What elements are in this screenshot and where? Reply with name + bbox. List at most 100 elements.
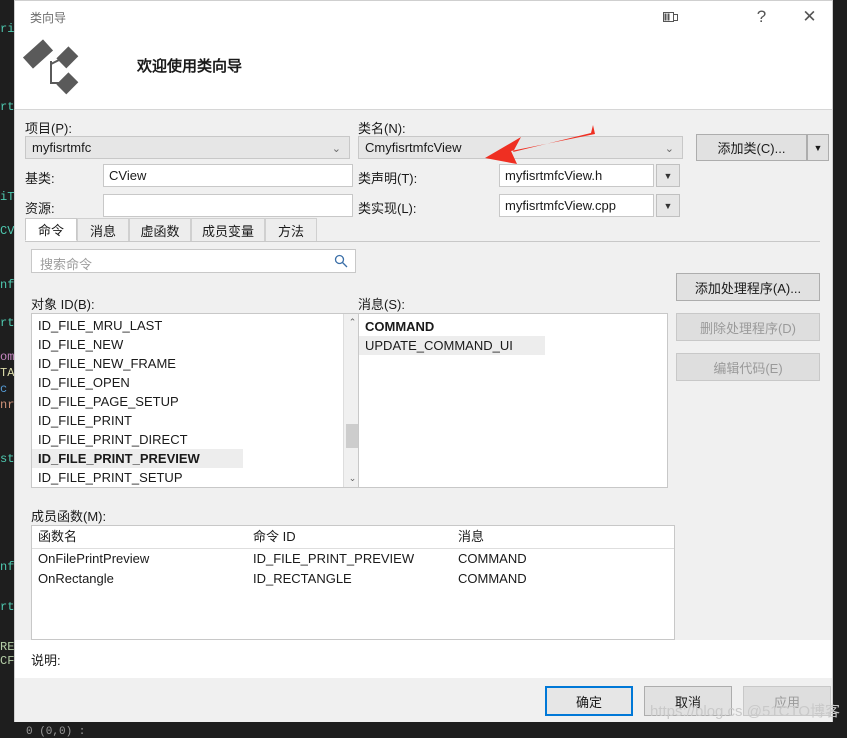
implementation-dropdown-button[interactable]: ▼ [656, 194, 680, 217]
implementation-field[interactable]: myfisrtmfcView.cpp [499, 194, 654, 217]
chevron-down-icon: ⌄ [664, 143, 674, 155]
button-label: 删除处理程序(D) [699, 320, 797, 336]
table-cell: COMMAND [458, 551, 527, 566]
description-label: 说明: [31, 653, 61, 668]
class-wizard-dialog: 类向导 ? ✕ 欢迎使用类向导 项目(P): myfisrtmfc ⌄ 基类: … [14, 0, 833, 722]
window-title: 类向导 [30, 11, 67, 25]
tab-4[interactable]: 成员变量 [191, 218, 265, 241]
tab-label: 成员变量 [201, 223, 254, 239]
chevron-down-icon: ⌄ [331, 143, 341, 155]
table-cell: ID_FILE_PRINT_PREVIEW [253, 551, 415, 566]
add-class-button[interactable]: 添加类(C)... [696, 134, 807, 161]
baseclass-value: CView [109, 168, 147, 183]
description-panel [15, 640, 832, 678]
declaration-label: 类声明(T): [358, 171, 418, 186]
baseclass-label: 基类: [25, 171, 55, 186]
code-fragment: TA [0, 366, 15, 380]
list-item[interactable]: ID_FILE_MRU_LAST [32, 316, 342, 335]
code-fragment: CF [0, 654, 15, 668]
column-header: 消息 [458, 529, 485, 544]
code-fragment: rt [0, 100, 15, 114]
code-fragment: nr [0, 398, 15, 412]
code-fragment: RE [0, 640, 15, 654]
search-input[interactable]: 搜索命令 [31, 249, 356, 273]
list-item[interactable]: ID_FILE_PRINT [32, 411, 342, 430]
code-fragment: rt [0, 600, 15, 614]
code-fragment: nf [0, 278, 15, 292]
messages-label: 消息(S): [358, 297, 405, 312]
add-class-dropdown-button[interactable]: ▼ [807, 134, 829, 161]
messages-listbox[interactable]: COMMAND UPDATE_COMMAND_UI [358, 313, 668, 488]
list-item[interactable]: ID_FILE_NEW [32, 335, 342, 354]
object-id-listbox[interactable]: ID_FILE_MRU_LAST ID_FILE_NEW ID_FILE_NEW_F… [31, 313, 361, 488]
tab-3[interactable]: 虚函数 [129, 218, 191, 241]
ide-status-bar [0, 722, 847, 738]
caret-down-icon: ▼ [813, 142, 823, 153]
object-ids-label: 对象 ID(B): [31, 297, 95, 312]
close-button[interactable]: ✕ [787, 1, 832, 33]
list-item[interactable]: ID_FILE_PAGE_SETUP [32, 392, 342, 411]
project-value: myfisrtmfc [32, 140, 92, 155]
ok-button[interactable]: 确定 [545, 686, 633, 716]
list-item[interactable]: ID_FILE_PRINT_PREVIEW [32, 449, 243, 468]
table-cell: ID_RECTANGLE [253, 571, 352, 586]
tab-5[interactable]: 方法 [265, 218, 317, 241]
table-row[interactable]: OnRectangle ID_RECTANGLE COMMAND [32, 569, 674, 589]
project-label: 项目(P): [25, 121, 72, 136]
code-fragment: rt [0, 316, 15, 330]
dock-icon[interactable] [648, 1, 693, 33]
member-functions-label: 成员函数(M): [31, 509, 107, 524]
list-item[interactable]: ID_FILE_PRINT_DIRECT [32, 430, 342, 449]
edit-code-button: 编辑代码(E) [676, 353, 820, 381]
list-item[interactable]: COMMAND [359, 317, 667, 336]
classname-combo[interactable]: CmyfisrtmfcView ⌄ [358, 136, 683, 159]
watermark-text: https://blog.cs @51CTO博客 [650, 703, 841, 720]
add-handler-button[interactable]: 添加处理程序(A)... [676, 273, 820, 301]
page-title: 欢迎使用类向导 [137, 58, 243, 75]
add-class-label: 添加类(C)... [717, 141, 786, 156]
column-header: 函数名 [38, 529, 78, 544]
title-bar: 类向导 ? ✕ [15, 1, 832, 33]
declaration-field[interactable]: myfisrtmfcView.h [499, 164, 654, 187]
declaration-dropdown-button[interactable]: ▼ [656, 164, 680, 187]
resource-field[interactable] [103, 194, 353, 217]
column-header: 命令 ID [253, 529, 296, 544]
code-fragment: om [0, 350, 15, 364]
button-label: 确定 [575, 694, 602, 710]
tab-1[interactable]: 命令 [25, 218, 77, 241]
tab-label: 命令 [37, 223, 64, 238]
table-cell: OnFilePrintPreview [38, 551, 150, 566]
project-combo[interactable]: myfisrtmfc ⌄ [25, 136, 350, 159]
table-cell: COMMAND [458, 571, 527, 586]
list-item[interactable]: ID_FILE_OPEN [32, 373, 342, 392]
button-label: 添加处理程序(A)... [694, 280, 802, 296]
delete-handler-button: 删除处理程序(D) [676, 313, 820, 341]
code-fragment: st [0, 452, 15, 466]
tab-label: 消息 [89, 223, 116, 239]
list-item[interactable]: ID_FILE_NEW_FRAME [32, 354, 342, 373]
code-fragment: nf [0, 560, 15, 574]
class-wizard-icon [21, 33, 91, 99]
help-button[interactable]: ? [739, 1, 784, 33]
tab-label: 虚函数 [140, 223, 180, 239]
ide-status-text: 0 (0,0) : [26, 726, 86, 738]
code-fragment: c [0, 382, 8, 396]
implementation-value: myfisrtmfcView.cpp [505, 198, 617, 213]
dialog-header: 欢迎使用类向导 [15, 33, 832, 110]
tab-2[interactable]: 消息 [77, 218, 129, 241]
list-item[interactable]: ID_FILE_PRINT_SETUP [32, 468, 342, 487]
member-functions-table[interactable]: 函数名 命令 ID 消息 OnFilePrintPreview ID_FILE_PRI… [31, 525, 675, 640]
declaration-value: myfisrtmfcView.h [505, 168, 603, 183]
table-cell: OnRectangle [38, 571, 114, 586]
implementation-label: 类实现(L): [358, 201, 417, 216]
code-fragment: iT [0, 190, 15, 204]
list-item[interactable]: UPDATE_COMMAND_UI [359, 336, 545, 355]
search-icon[interactable] [333, 253, 349, 272]
table-row[interactable]: OnFilePrintPreview ID_FILE_PRINT_PREVIEW C… [32, 549, 674, 569]
resource-label: 资源: [25, 201, 55, 216]
tab-label: 方法 [277, 223, 304, 239]
table-header-row: 函数名 命令 ID 消息 [32, 526, 674, 549]
button-label: 编辑代码(E) [713, 360, 783, 376]
baseclass-field[interactable]: CView [103, 164, 353, 187]
tab-strip: 命令 消息 虚函数 成员变量 方法 [25, 218, 820, 242]
